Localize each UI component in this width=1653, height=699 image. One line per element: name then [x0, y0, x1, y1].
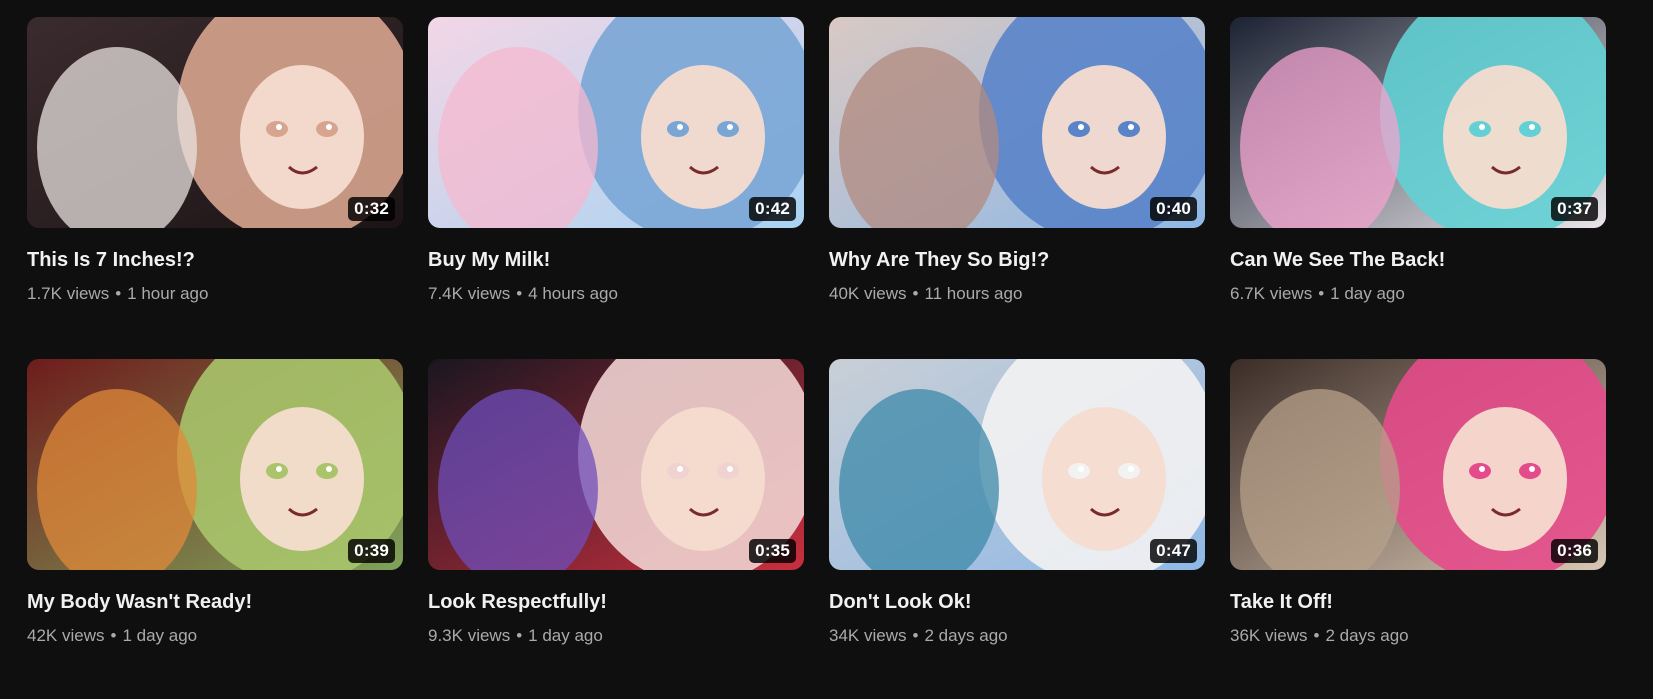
view-count: 9.3K views: [428, 626, 511, 645]
thumbnail-image: [1230, 17, 1606, 228]
upload-age: 1 day ago: [1330, 284, 1405, 303]
thumbnail-image: [428, 17, 804, 228]
video-card[interactable]: 0:39 My Body Wasn't Ready! 42K views • 1 d…: [27, 359, 403, 646]
view-count: 6.7K views: [1230, 284, 1313, 303]
video-card[interactable]: 0:47 Don't Look Ok! 34K views • 2 days ago: [829, 359, 1205, 646]
duration-badge: 0:32: [348, 197, 395, 221]
video-thumbnail[interactable]: 0:47: [829, 359, 1205, 570]
upload-age: 1 hour ago: [127, 284, 209, 303]
video-thumbnail[interactable]: 0:32: [27, 17, 403, 228]
meta-separator: •: [1313, 626, 1320, 645]
duration-badge: 0:42: [749, 197, 796, 221]
view-count: 34K views: [829, 626, 907, 645]
duration-badge: 0:39: [348, 539, 395, 563]
video-thumbnail[interactable]: 0:39: [27, 359, 403, 570]
video-title[interactable]: Buy My Milk!: [428, 248, 804, 272]
thumbnail-image: [27, 359, 403, 570]
meta-separator: •: [516, 626, 523, 645]
upload-age: 2 days ago: [924, 626, 1008, 645]
video-metadata: 40K views • 11 hours ago: [829, 284, 1205, 304]
upload-age: 11 hours ago: [924, 284, 1023, 303]
video-thumbnail[interactable]: 0:35: [428, 359, 804, 570]
duration-badge: 0:47: [1150, 539, 1197, 563]
video-thumbnail[interactable]: 0:40: [829, 17, 1205, 228]
video-card[interactable]: 0:35 Look Respectfully! 9.3K views • 1 day…: [428, 359, 804, 646]
video-title[interactable]: Can We See The Back!: [1230, 248, 1606, 272]
video-title[interactable]: Why Are They So Big!?: [829, 248, 1205, 272]
video-thumbnail[interactable]: 0:42: [428, 17, 804, 228]
meta-separator: •: [110, 626, 117, 645]
video-metadata: 34K views • 2 days ago: [829, 626, 1205, 646]
video-card[interactable]: 0:40 Why Are They So Big!? 40K views • 11 …: [829, 17, 1205, 304]
upload-age: 4 hours ago: [528, 284, 618, 303]
video-grid: 0:32 This Is 7 Inches!? 1.7K views • 1 hou…: [27, 17, 1607, 646]
video-card[interactable]: 0:36 Take It Off! 36K views • 2 days ago: [1230, 359, 1606, 646]
meta-separator: •: [912, 284, 919, 303]
meta-separator: •: [115, 284, 122, 303]
view-count: 42K views: [27, 626, 105, 645]
video-metadata: 6.7K views • 1 day ago: [1230, 284, 1606, 304]
video-metadata: 1.7K views • 1 hour ago: [27, 284, 403, 304]
thumbnail-image: [1230, 359, 1606, 570]
view-count: 36K views: [1230, 626, 1308, 645]
video-card[interactable]: 0:32 This Is 7 Inches!? 1.7K views • 1 hou…: [27, 17, 403, 304]
video-title[interactable]: Look Respectfully!: [428, 590, 804, 614]
thumbnail-image: [829, 359, 1205, 570]
duration-badge: 0:40: [1150, 197, 1197, 221]
thumbnail-image: [829, 17, 1205, 228]
video-thumbnail[interactable]: 0:36: [1230, 359, 1606, 570]
video-metadata: 36K views • 2 days ago: [1230, 626, 1606, 646]
video-card[interactable]: 0:37 Can We See The Back! 6.7K views • 1 d…: [1230, 17, 1606, 304]
thumbnail-image: [428, 359, 804, 570]
duration-badge: 0:36: [1551, 539, 1598, 563]
upload-age: 1 day ago: [122, 626, 198, 645]
upload-age: 1 day ago: [528, 626, 603, 645]
thumbnail-image: [27, 17, 403, 228]
video-title[interactable]: Take It Off!: [1230, 590, 1606, 614]
video-card[interactable]: 0:42 Buy My Milk! 7.4K views • 4 hours ago: [428, 17, 804, 304]
video-metadata: 42K views • 1 day ago: [27, 626, 403, 646]
meta-separator: •: [516, 284, 523, 303]
duration-badge: 0:37: [1551, 197, 1598, 221]
view-count: 7.4K views: [428, 284, 511, 303]
video-thumbnail[interactable]: 0:37: [1230, 17, 1606, 228]
duration-badge: 0:35: [749, 539, 796, 563]
meta-separator: •: [912, 626, 919, 645]
video-title[interactable]: This Is 7 Inches!?: [27, 248, 403, 272]
video-metadata: 9.3K views • 1 day ago: [428, 626, 804, 646]
video-title[interactable]: Don't Look Ok!: [829, 590, 1205, 614]
upload-age: 2 days ago: [1325, 626, 1409, 645]
view-count: 1.7K views: [27, 284, 110, 303]
video-metadata: 7.4K views • 4 hours ago: [428, 284, 804, 304]
video-title[interactable]: My Body Wasn't Ready!: [27, 590, 403, 614]
view-count: 40K views: [829, 284, 907, 303]
meta-separator: •: [1318, 284, 1325, 303]
